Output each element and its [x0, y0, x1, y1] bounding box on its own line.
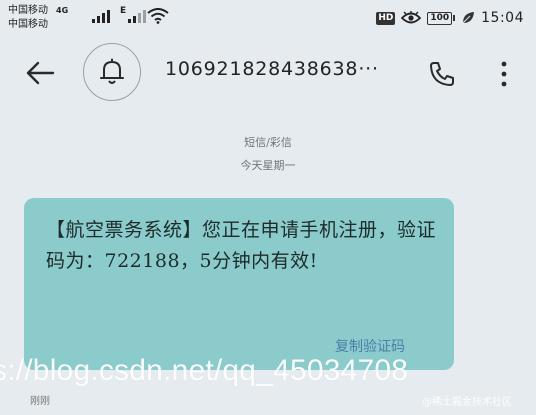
- wifi-icon: [147, 8, 169, 24]
- status-bar: 中国移动 中国移动 4G E HD 100 15:04: [0, 0, 536, 38]
- hd-badge: HD: [376, 11, 396, 25]
- message-type-label: 短信/彩信: [244, 136, 292, 149]
- bell-icon: [100, 58, 124, 84]
- battery-icon: 100: [427, 11, 456, 25]
- more-vertical-icon: [501, 61, 507, 87]
- arrow-left-icon: [26, 61, 55, 85]
- leaf-icon: [462, 12, 475, 24]
- battery-level: 100: [427, 11, 453, 25]
- message-text: 【航空票务系统】您正在申请手机注册，验证码为：722188，5分钟内有效!: [46, 219, 437, 272]
- signal-strength-2-icon: [128, 9, 146, 23]
- call-button[interactable]: [422, 54, 462, 94]
- site-watermark: @稀土掘金技术社区: [422, 397, 512, 408]
- copy-code-button[interactable]: 复制验证码: [335, 336, 405, 356]
- sender-number-title: 106921828438638···: [165, 58, 379, 80]
- notification-toggle-button[interactable]: [83, 43, 141, 101]
- back-button[interactable]: [20, 53, 60, 93]
- network-type-label: 4G: [56, 6, 69, 15]
- carrier-1-label: 中国移动: [8, 5, 48, 16]
- signal-strength-icon: [92, 9, 110, 23]
- more-options-button[interactable]: [488, 54, 520, 94]
- status-right-group: HD 100 15:04: [376, 8, 524, 28]
- clock: 15:04: [481, 10, 524, 26]
- network-type-2-label: E: [120, 6, 127, 16]
- url-watermark: s://blog.csdn.net/qq_45034708: [0, 354, 409, 387]
- conversation-header: 106921828438638···: [0, 38, 536, 108]
- carrier-2-label: 中国移动: [8, 19, 48, 30]
- eye-comfort-icon: [401, 11, 422, 24]
- date-label: 今天星期一: [240, 159, 296, 172]
- phone-icon: [430, 62, 454, 86]
- carrier-info: 中国移动 中国移动: [8, 4, 88, 32]
- message-time-label: 刚刚: [30, 396, 50, 407]
